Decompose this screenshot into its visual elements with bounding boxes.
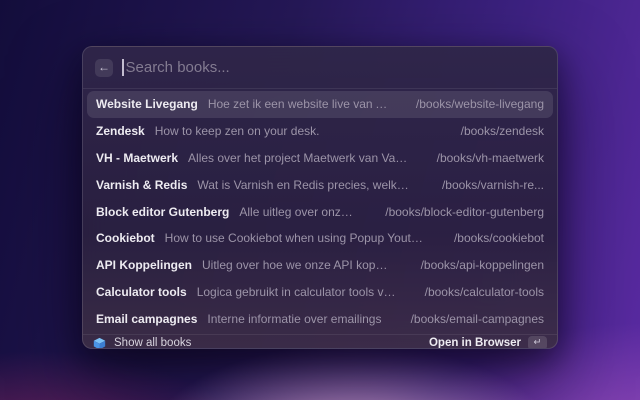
result-title: Website Livegang <box>96 97 198 111</box>
result-description: Logica gebruikt in calculator tools van … <box>197 285 397 299</box>
result-path: /books/cookiebot <box>454 231 544 245</box>
result-row[interactable]: Email campagnes Interne informatie over e… <box>87 305 553 332</box>
result-description: Alle uitleg over onze expliciet-gutenber… <box>239 205 357 219</box>
result-description: Hoe zet ik een website live van A tot Z <box>208 97 388 111</box>
search-input[interactable] <box>126 59 546 76</box>
result-description: How to keep zen on your desk. <box>155 124 320 138</box>
result-title: Varnish & Redis <box>96 178 187 192</box>
back-arrow-icon: ← <box>98 60 110 74</box>
search-palette-window: ← Website Livegang Hoe zet ik een website… <box>82 46 558 349</box>
result-description: How to use Cookiebot when using Popup Yo… <box>165 231 426 245</box>
back-button[interactable]: ← <box>95 59 113 77</box>
search-input-wrapper <box>122 59 545 76</box>
result-title: Zendesk <box>96 124 145 138</box>
result-path: /books/zendesk <box>461 124 544 138</box>
result-description: Uitleg over hoe we onze API koppelingen … <box>202 258 393 272</box>
footer-bar: Show all books Open in Browser ↵ <box>83 334 557 349</box>
result-title: API Koppelingen <box>96 258 192 272</box>
result-description: Alles over het project Maetwerk van Van … <box>188 151 409 165</box>
result-row[interactable]: Cookiebot How to use Cookiebot when using… <box>87 225 553 252</box>
result-title: VH - Maetwerk <box>96 151 178 165</box>
result-row[interactable]: Varnish & Redis Wat is Varnish en Redis p… <box>87 171 553 198</box>
result-row[interactable]: Zendesk How to keep zen on your desk. /boo… <box>87 118 553 145</box>
result-title: Block editor Gutenberg <box>96 205 229 219</box>
text-caret <box>122 59 124 76</box>
result-row[interactable]: Calculator tools Logica gebruikt in calcu… <box>87 279 553 306</box>
open-in-browser-label: Open in Browser <box>429 337 521 349</box>
result-description: Wat is Varnish en Redis precies, welke v… <box>197 178 414 192</box>
result-path: /books/varnish-re... <box>442 178 544 192</box>
show-all-books-label: Show all books <box>114 337 191 349</box>
result-path: /books/api-koppelingen <box>421 258 544 272</box>
result-path: /books/block-editor-gutenberg <box>385 205 544 219</box>
result-title: Email campagnes <box>96 312 197 326</box>
footer-open-in-browser[interactable]: Open in Browser ↵ <box>429 336 547 349</box>
result-row[interactable]: Website Livegang Hoe zet ik een website l… <box>87 91 553 118</box>
results-list: Website Livegang Hoe zet ik een website l… <box>83 89 557 334</box>
result-path: /books/calculator-tools <box>425 285 544 299</box>
result-title: Cookiebot <box>96 231 155 245</box>
blue-cube-icon <box>93 337 106 349</box>
result-row[interactable]: Block editor Gutenberg Alle uitleg over o… <box>87 198 553 225</box>
result-path: /books/email-campagnes <box>411 312 544 326</box>
desktop-wallpaper: { "search": { "placeholder": "Search boo… <box>0 0 640 400</box>
enter-key-badge: ↵ <box>528 336 547 349</box>
result-path: /books/website-livegang <box>416 97 544 111</box>
result-row[interactable]: API Koppelingen Uitleg over hoe we onze A… <box>87 252 553 279</box>
result-description: Interne informatie over emailings <box>207 312 381 326</box>
search-bar: ← <box>83 47 557 89</box>
result-path: /books/vh-maetwerk <box>437 151 544 165</box>
result-row[interactable]: VH - Maetwerk Alles over het project Maet… <box>87 145 553 172</box>
result-title: Calculator tools <box>96 285 187 299</box>
footer-show-all-books[interactable]: Show all books <box>93 337 191 349</box>
